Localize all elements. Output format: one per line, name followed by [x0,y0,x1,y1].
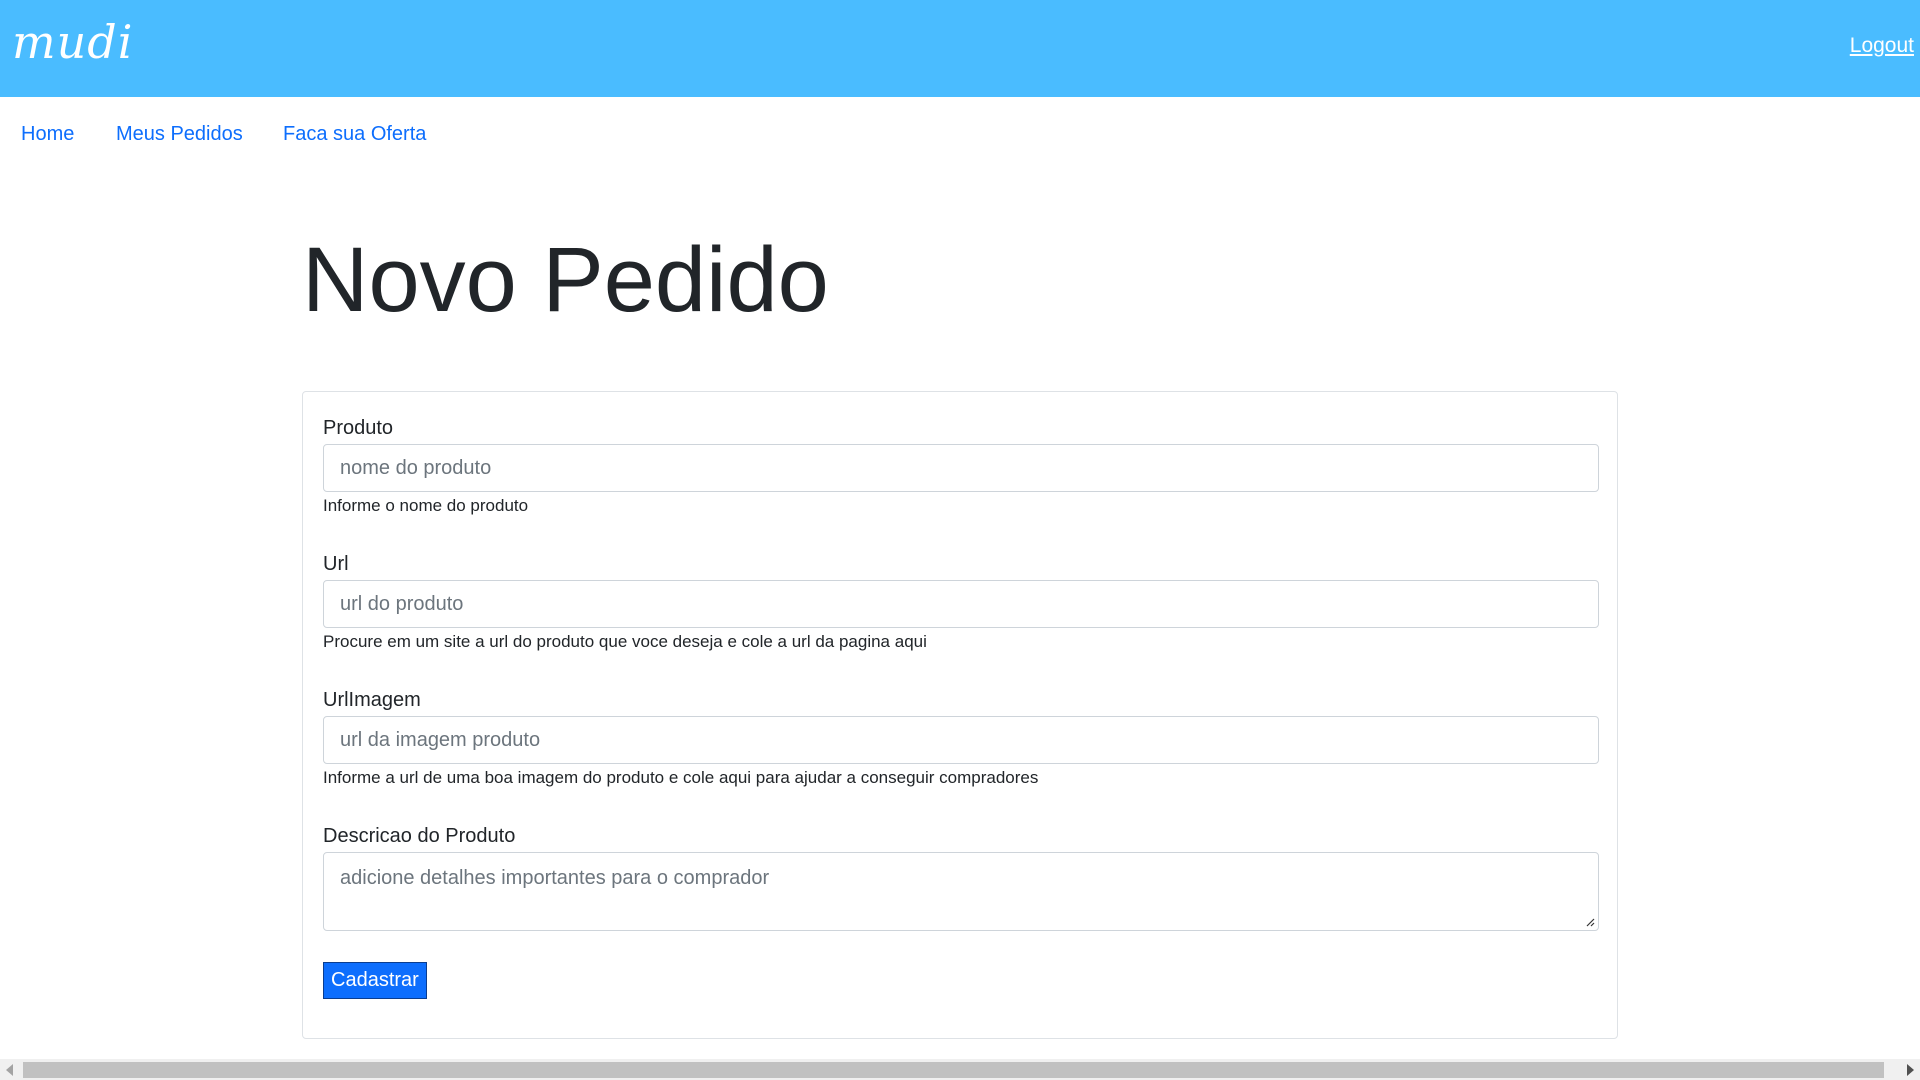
url-imagem-label: UrlImagem [323,689,421,711]
url-help-text: Procure em um site a url do produto que … [323,632,927,651]
field-url-imagem: UrlImagem url da imagem produto Informe … [323,686,1599,790]
nav-faca-sua-oferta-link[interactable]: Faca sua Oferta [283,118,426,150]
page-title: Novo Pedido [302,229,829,331]
field-descricao: Descricao do Produto adicione detalhes i… [323,822,1599,931]
field-produto: Produto nome do produto Informe o nome d… [323,414,1599,518]
scroll-right-arrow-icon[interactable] [1907,1064,1914,1076]
url-label: Url [323,553,349,575]
horizontal-scrollbar[interactable] [0,1059,1920,1080]
scroll-left-arrow-icon[interactable] [6,1064,13,1076]
url-imagem-input[interactable]: url da imagem produto [323,716,1599,764]
resize-handle-icon[interactable] [1585,917,1595,927]
logout-link[interactable]: Logout [1850,34,1914,58]
cadastrar-button[interactable]: Cadastrar [323,962,427,999]
novo-pedido-form: Produto nome do produto Informe o nome d… [302,391,1618,1039]
scrollbar-thumb[interactable] [23,1062,1884,1078]
nav-meus-pedidos-link[interactable]: Meus Pedidos [116,118,243,150]
nav-home-link[interactable]: Home [21,118,74,150]
produto-label: Produto [323,417,394,439]
url-input[interactable]: url do produto [323,580,1599,628]
descricao-placeholder: adicione detalhes importantes para o com… [340,867,770,889]
descricao-textarea[interactable]: adicione detalhes importantes para o com… [323,852,1599,931]
url-imagem-help-text: Informe a url de uma boa imagem do produ… [323,768,1039,787]
produto-help-text: Informe o nome do produto [323,496,529,515]
top-bar: mudi Logout [0,0,1920,97]
app-logo[interactable]: mudi [12,12,133,72]
field-url: Url url do produto Procure em um site a … [323,550,1599,654]
produto-input[interactable]: nome do produto [323,444,1599,492]
descricao-label: Descricao do Produto [323,825,516,847]
